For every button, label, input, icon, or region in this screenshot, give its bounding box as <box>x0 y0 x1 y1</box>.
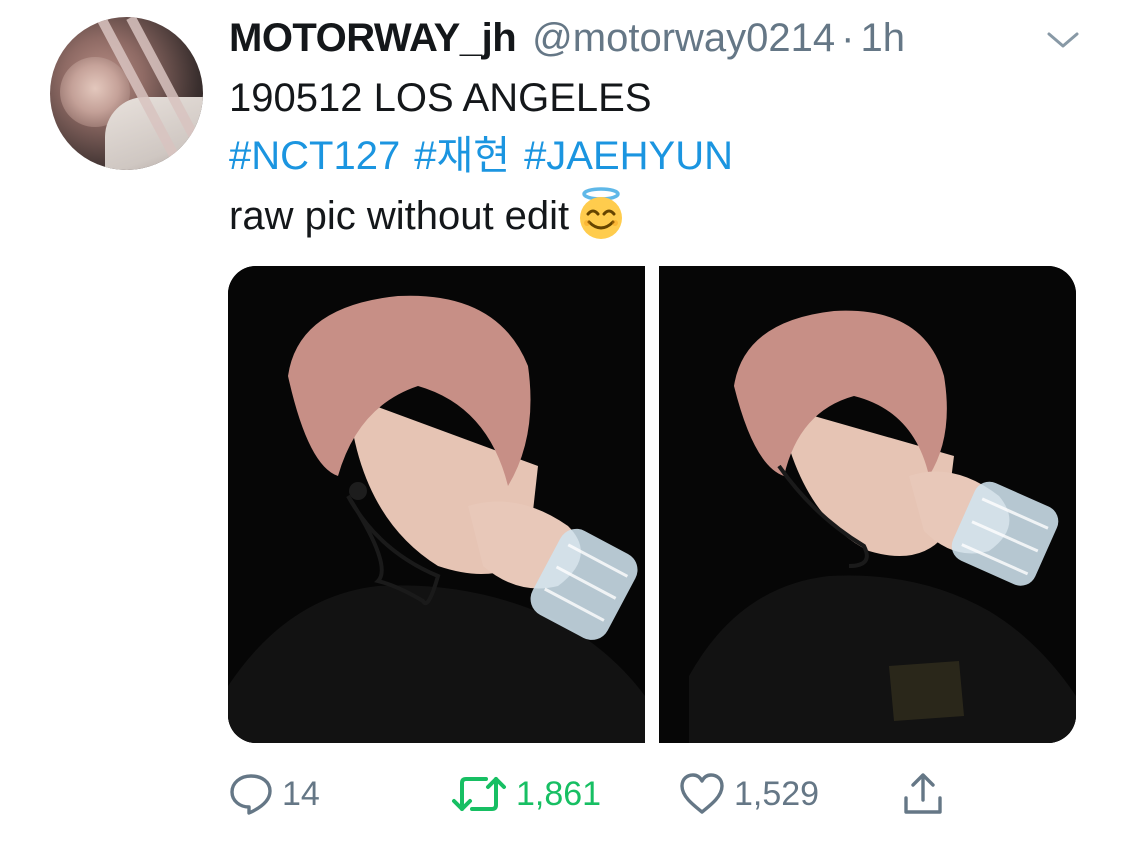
smiling-face-with-halo-icon <box>580 187 623 239</box>
tweet-header: MOTORWAY_jh @motorway0214 · 1h <box>229 14 905 62</box>
media-photo-1[interactable] <box>228 266 645 743</box>
reply-count: 14 <box>282 774 320 813</box>
heart-icon <box>680 773 724 814</box>
timestamp[interactable]: 1h <box>860 14 905 62</box>
tweet-text-content: raw pic without edit <box>229 194 570 238</box>
avatar[interactable] <box>50 17 203 170</box>
tweet-text-line-1: 190512 LOS ANGELES <box>229 76 652 120</box>
like-button[interactable]: 1,529 <box>678 768 819 820</box>
reply-button[interactable]: 14 <box>228 768 320 820</box>
share-icon <box>904 773 942 814</box>
tweet-text-line-3: raw pic without edit <box>229 187 629 242</box>
media-photo-2[interactable] <box>659 266 1076 743</box>
hashtag-jaehyun[interactable]: #JAEHYUN <box>524 134 733 178</box>
retweet-icon <box>452 777 506 811</box>
retweet-button[interactable]: 1,861 <box>450 768 601 820</box>
reply-icon <box>230 774 272 815</box>
like-count: 1,529 <box>734 774 820 813</box>
share-button[interactable] <box>900 768 946 820</box>
hashtag-nct127[interactable]: #NCT127 <box>229 134 400 178</box>
display-name[interactable]: MOTORWAY_jh <box>229 14 517 62</box>
retweet-count: 1,861 <box>516 774 602 813</box>
user-handle[interactable]: @motorway0214 <box>532 14 835 62</box>
chevron-down-icon[interactable] <box>1043 28 1083 52</box>
hashtag-row: #NCT127 #재현 #JAEHYUN <box>229 132 747 180</box>
tweet-media <box>228 266 1076 743</box>
separator-dot: · <box>841 16 855 60</box>
hashtag-jaehyun-korean[interactable]: #재현 <box>414 134 510 178</box>
